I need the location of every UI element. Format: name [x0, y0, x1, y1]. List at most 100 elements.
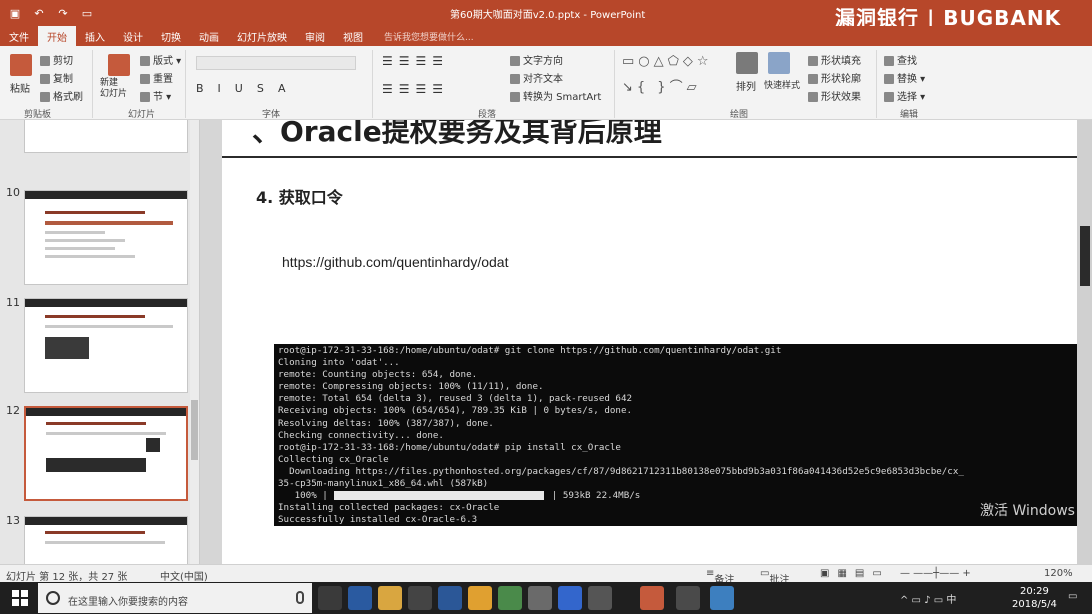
powerpoint-taskbar-icon[interactable]	[640, 586, 664, 610]
shape-outline-button[interactable]: 形状轮廓	[808, 70, 861, 85]
text-direction-button[interactable]: 文字方向	[510, 52, 563, 67]
tab-design[interactable]: 设计	[114, 26, 152, 46]
terminal-line: Successfully installed cx-Oracle-6.3	[278, 514, 478, 526]
app-icon[interactable]	[528, 586, 552, 610]
scrollbar-thumb[interactable]	[191, 400, 198, 460]
tab-file[interactable]: 文件	[0, 26, 38, 46]
list-buttons[interactable]: ☰☰☰☰	[382, 54, 449, 68]
edge-icon[interactable]	[348, 586, 372, 610]
terminal-line: Checking connectivity... done.	[278, 429, 444, 441]
thumbnail-number: 13	[6, 514, 20, 527]
file-explorer-icon[interactable]	[378, 586, 402, 610]
slide-count: 幻灯片 第 12 张，共 27 张	[6, 572, 128, 583]
tab-animations[interactable]: 动画	[190, 26, 228, 46]
zoom-slider[interactable]: — ——┼—— +	[900, 568, 971, 579]
font-format-buttons[interactable]: BIUSA	[196, 82, 300, 95]
thumbnail-number: 12	[6, 404, 20, 417]
find-button[interactable]: 查找	[884, 52, 917, 67]
slide-thumbnail-10[interactable]	[24, 190, 188, 285]
arrange-button[interactable]	[736, 52, 758, 77]
ribbon-divider	[876, 50, 877, 118]
tell-me-search[interactable]: 告诉我您想要做什么...	[372, 26, 486, 46]
arrange-icon	[736, 52, 758, 74]
comments-button[interactable]: ▭ 批注	[760, 568, 789, 586]
font-name-select[interactable]	[196, 56, 356, 70]
format-painter-button[interactable]: 格式刷	[40, 88, 83, 103]
system-tray-icons[interactable]: ^ ▭ ♪ ▭ 中	[900, 591, 956, 606]
terminal-screenshot[interactable]: root@ip-172-31-33-168:/home/ubuntu/odat#…	[274, 344, 1084, 526]
tab-transitions[interactable]: 切换	[152, 26, 190, 46]
thumbnail-scrollbar[interactable]	[190, 120, 199, 564]
undo-icon[interactable]: ↶	[32, 6, 46, 20]
tab-view[interactable]: 视图	[334, 26, 372, 46]
quick-styles-label: 快速样式	[764, 81, 801, 91]
align-text-button[interactable]: 对齐文本	[510, 70, 563, 85]
align-buttons[interactable]: ☰☰☰☰	[382, 82, 449, 96]
present-icon[interactable]: ▭	[80, 6, 94, 20]
shapes-gallery[interactable]: ▭○△⬠◇☆	[622, 54, 713, 69]
thumb-header	[25, 299, 187, 307]
new-slide-button[interactable]	[108, 54, 130, 79]
thumb-line	[45, 531, 145, 534]
slide-thumbnail-11[interactable]	[24, 298, 188, 393]
scrollbar-thumb[interactable]	[1080, 226, 1090, 286]
app-icon[interactable]	[558, 586, 582, 610]
app-icon[interactable]	[588, 586, 612, 610]
store-icon[interactable]	[408, 586, 432, 610]
replace-button[interactable]: 替换 ▾	[884, 70, 925, 85]
scissors-icon	[40, 56, 50, 66]
ribbon-divider	[372, 50, 373, 118]
title-underline	[222, 156, 1077, 158]
app-icon[interactable]	[676, 586, 700, 610]
tab-slideshow[interactable]: 幻灯片放映	[228, 26, 296, 46]
app-icon[interactable]	[710, 586, 734, 610]
cut-button[interactable]: 剪切	[40, 52, 73, 67]
save-icon[interactable]: ▣	[8, 6, 22, 20]
terminal-line: Resolving deltas: 100% (387/387), done.	[278, 417, 494, 429]
taskbar-search[interactable]: 在这里输入你要搜索的内容	[38, 583, 312, 613]
slide-thumbnail-13[interactable]	[24, 516, 188, 564]
terminal-line: Receiving objects: 100% (654/654), 789.3…	[278, 405, 633, 417]
slide-thumbnail[interactable]	[24, 120, 188, 153]
layout-button[interactable]: 版式 ▾	[140, 52, 181, 67]
taskbar-clock[interactable]: 20:29 2018/5/4	[1012, 585, 1057, 611]
zoom-level[interactable]: 120%	[1044, 568, 1073, 579]
thumb-line	[45, 325, 173, 328]
tab-home[interactable]: 开始	[38, 26, 76, 46]
windows-start-icon[interactable]	[12, 590, 28, 606]
app-icon[interactable]	[498, 586, 522, 610]
copy-button[interactable]: 复制	[40, 70, 73, 85]
slide-subtitle[interactable]: 4. 获取口令	[256, 184, 343, 208]
quick-styles-button[interactable]	[768, 52, 790, 77]
notes-button[interactable]: ≡ 备注	[706, 568, 734, 586]
thumb-line	[45, 221, 173, 225]
redo-icon[interactable]: ↷	[56, 6, 70, 20]
section-button[interactable]: 节 ▾	[140, 88, 171, 103]
editor-scrollbar[interactable]	[1077, 120, 1092, 564]
mail-icon[interactable]	[438, 586, 462, 610]
brush-icon	[40, 92, 50, 102]
tab-review[interactable]: 审阅	[296, 26, 334, 46]
language-indicator[interactable]: 中文(中国)	[160, 568, 208, 583]
paste-button[interactable]	[10, 54, 32, 79]
tab-insert[interactable]: 插入	[76, 26, 114, 46]
view-buttons[interactable]: ▣▦▤▭	[820, 568, 890, 579]
shape-effects-button[interactable]: 形状效果	[808, 88, 861, 103]
thumb-line	[45, 541, 165, 544]
status-bar: 幻灯片 第 12 张，共 27 张 中文(中国) ≡ 备注 ▭ 批注 ▣▦▤▭ …	[0, 564, 1092, 586]
notification-icon[interactable]: ▭	[1068, 591, 1077, 602]
slide-title[interactable]: 、Oracle提权要务及其背后原理	[252, 120, 662, 150]
slide-link-text[interactable]: https://github.com/quentinhardy/odat	[282, 254, 508, 270]
convert-smartart-button[interactable]: 转换为 SmartArt	[510, 88, 601, 103]
reset-button[interactable]: 重置	[140, 70, 173, 85]
layout-icon	[140, 56, 150, 66]
shape-fill-button[interactable]: 形状填充	[808, 52, 861, 67]
current-slide[interactable]: 、Oracle提权要务及其背后原理 4. 获取口令 https://github…	[222, 120, 1084, 564]
task-view-icon[interactable]	[318, 586, 342, 610]
app-icon[interactable]	[468, 586, 492, 610]
microphone-icon[interactable]	[296, 591, 304, 604]
slide-thumbnail-12[interactable]	[24, 406, 188, 501]
shapes-gallery-row2[interactable]: ↘{ }⌒▱	[622, 76, 701, 95]
thumb-line	[45, 255, 135, 258]
select-button[interactable]: 选择 ▾	[884, 88, 925, 103]
